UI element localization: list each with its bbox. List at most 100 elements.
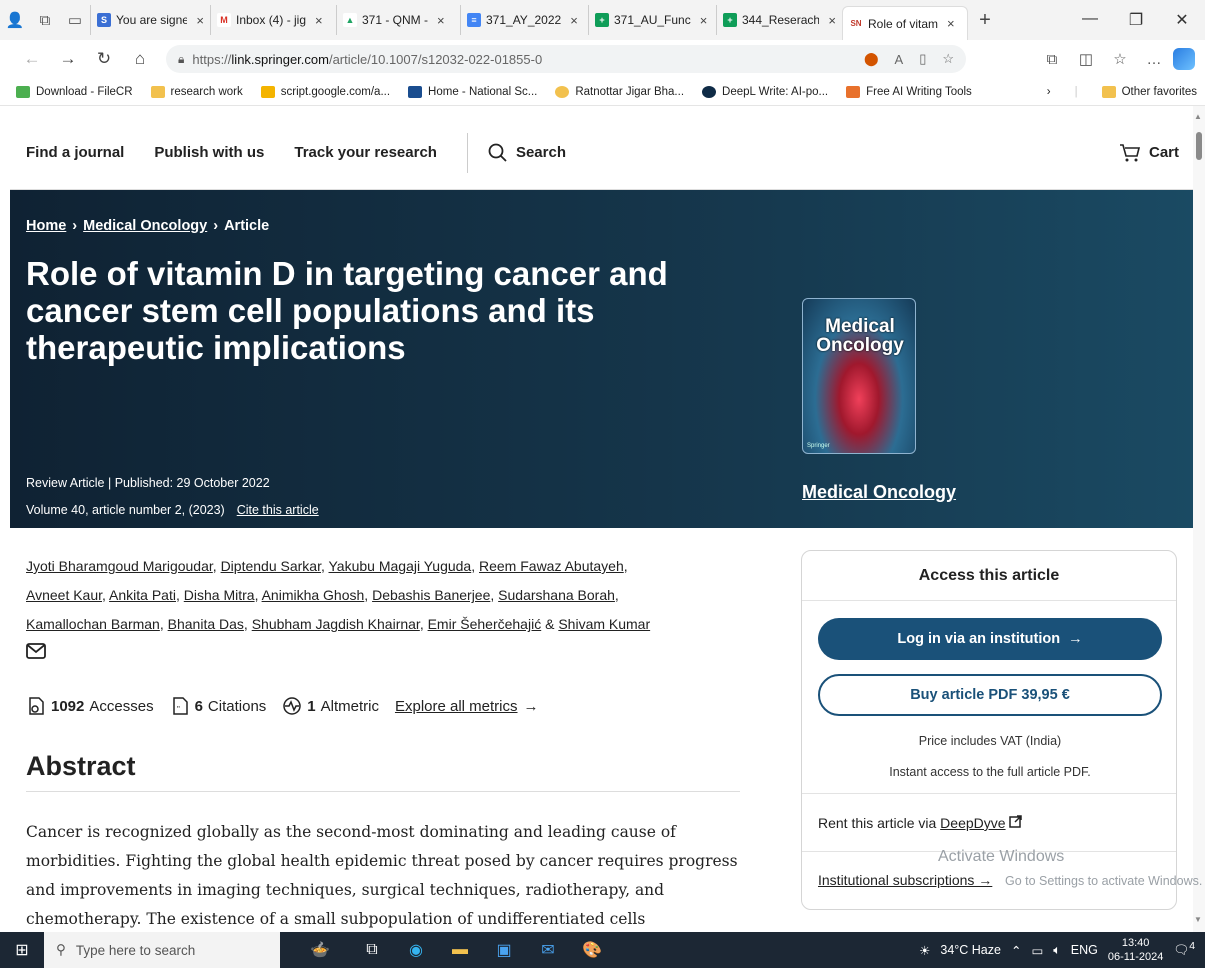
mail-icon[interactable]: ✉	[526, 940, 570, 960]
favorite-star-icon[interactable]: ☆	[942, 51, 954, 67]
copilot-icon[interactable]	[1173, 48, 1195, 70]
close-tab-icon[interactable]: ×	[700, 13, 708, 28]
favorite-free-ai-tools[interactable]: Free AI Writing Tools	[846, 85, 972, 98]
new-tab-button[interactable]: +	[968, 9, 1002, 32]
other-favorites[interactable]: Other favorites	[1101, 85, 1197, 98]
cite-article-link[interactable]: Cite this article	[237, 503, 319, 517]
tab-3[interactable]: ▲ 371 - QNM - ×	[336, 5, 460, 35]
tab-6[interactable]: + 344_Reserach ×	[716, 5, 842, 35]
author-link[interactable]: Avneet Kaur	[26, 587, 102, 603]
profile-icon[interactable]: 👤	[0, 0, 30, 40]
language-indicator[interactable]: ENG	[1071, 943, 1098, 957]
chevron-up-icon[interactable]: ⌃	[1011, 943, 1021, 958]
taskbar-search[interactable]: ⚲ Type here to search	[44, 932, 280, 968]
author-link[interactable]: Reem Fawaz Abutayeh	[479, 558, 624, 574]
chevron-right-icon[interactable]: ›	[1047, 86, 1051, 98]
cart-button[interactable]: Cart	[1119, 143, 1179, 163]
close-tab-icon[interactable]: ×	[947, 16, 955, 31]
extensions-icon[interactable]: ⧉	[1037, 51, 1067, 68]
store-icon[interactable]: ▣	[482, 940, 526, 960]
task-view-icon[interactable]: ⧉	[350, 941, 394, 959]
close-tab-icon[interactable]: ×	[315, 13, 323, 28]
favorite-script-google[interactable]: script.google.com/a...	[260, 85, 390, 98]
favorite-filecr[interactable]: Download - FileCR	[16, 85, 133, 98]
clock[interactable]: 13:40 06-11-2024	[1108, 936, 1163, 964]
buy-pdf-button[interactable]: Buy article PDF 39,95 €	[818, 674, 1162, 716]
favorites-icon[interactable]: ☆	[1105, 50, 1135, 68]
email-icon[interactable]	[26, 643, 46, 659]
tab-actions-icon[interactable]: ▭	[60, 0, 90, 40]
close-tab-icon[interactable]: ×	[828, 13, 836, 28]
close-tab-icon[interactable]: ×	[437, 13, 445, 28]
search-button[interactable]: Search	[488, 143, 566, 163]
favorite-deepl-write[interactable]: DeepL Write: AI-po...	[702, 85, 828, 98]
restore-icon[interactable]: ❐	[1113, 10, 1159, 30]
breadcrumb-journal[interactable]: Medical Oncology	[83, 218, 207, 234]
author-link[interactable]: Animikha Ghosh	[262, 587, 365, 603]
scroll-down-icon[interactable]: ▼	[1194, 915, 1202, 924]
tab-5[interactable]: + 371_AU_Func ×	[588, 5, 716, 35]
author-link[interactable]: Diptendu Sarkar	[221, 558, 321, 574]
author-link[interactable]: Sudarshana Borah	[498, 587, 615, 603]
tab-4[interactable]: ≡ 371_AY_2022 ×	[460, 5, 588, 35]
deepdyve-link[interactable]: DeepDyve	[940, 815, 1005, 831]
author-link[interactable]: Shivam Kumar	[558, 616, 650, 632]
author-link[interactable]: Debashis Banerjee	[372, 587, 490, 603]
url-field[interactable]: 🔒︎ https:// link.springer.com /article/1…	[166, 45, 966, 73]
find-journal-link[interactable]: Find a journal	[26, 144, 124, 161]
workspaces-icon[interactable]: ⧉	[30, 0, 60, 40]
institution-login-button[interactable]: Log in via an institution →	[818, 618, 1162, 660]
windows-start-icon[interactable]: ⊞	[0, 940, 44, 960]
forward-icon[interactable]: →	[50, 49, 86, 69]
author-link[interactable]: Jyoti Bharamgoud Marigoudar	[26, 558, 213, 574]
track-research-link[interactable]: Track your research	[294, 144, 437, 161]
toolbar-right: ⧉ ◫ ☆ …	[1037, 48, 1205, 70]
edge-icon[interactable]: ◉	[394, 940, 438, 960]
accesses-metric: 1092 Accesses	[26, 696, 154, 716]
weather-icon[interactable]: ☀	[919, 943, 930, 958]
more-icon[interactable]: …	[1139, 51, 1169, 68]
favorite-research-work[interactable]: research work	[150, 85, 243, 98]
scrollbar-thumb[interactable]	[1196, 132, 1202, 160]
split-screen-icon[interactable]: ◫	[1071, 50, 1101, 68]
weather-text[interactable]: 34°C Haze	[940, 943, 1001, 957]
close-tab-icon[interactable]: ×	[570, 13, 578, 28]
breadcrumb-home[interactable]: Home	[26, 218, 66, 234]
page-scrollbar[interactable]: ▲ ▼	[1193, 106, 1205, 932]
immersive-reader-icon[interactable]: ▯	[919, 51, 926, 67]
tab-1[interactable]: S You are signe ×	[90, 5, 210, 35]
explore-metrics-link[interactable]: Explore all metrics	[395, 698, 518, 715]
volume-icon[interactable]: 🔈︎	[1053, 943, 1061, 958]
journal-cover[interactable]: Medical Oncology Springer	[802, 298, 916, 454]
news-widget-icon[interactable]: 🍲	[290, 940, 350, 960]
aims-scope-link[interactable]: Aims and scope →	[802, 529, 920, 545]
institutional-subscriptions-link[interactable]: Institutional subscriptions →	[818, 872, 992, 888]
publish-link[interactable]: Publish with us	[154, 144, 264, 161]
close-tab-icon[interactable]: ×	[196, 13, 204, 28]
refresh-icon[interactable]: ↻	[86, 49, 122, 69]
extension-icon[interactable]: ⬤	[864, 51, 879, 67]
author-link[interactable]: Disha Mitra	[184, 587, 255, 603]
tab-2[interactable]: M Inbox (4) - jig ×	[210, 5, 336, 35]
close-window-icon[interactable]: ✕	[1159, 10, 1205, 30]
network-icon[interactable]: ▭	[1031, 943, 1043, 958]
back-icon[interactable]: ←	[14, 49, 50, 69]
scroll-up-icon[interactable]: ▲	[1194, 112, 1202, 121]
tab-active-springer[interactable]: SN Role of vitam ×	[842, 6, 968, 40]
author-link[interactable]: Bhanita Das	[168, 616, 244, 632]
file-explorer-icon[interactable]: ▬	[438, 941, 482, 959]
read-aloud-icon[interactable]: A	[895, 52, 904, 67]
favorite-ratnottar[interactable]: Ratnottar Jigar Bha...	[555, 85, 684, 98]
favorite-national-sc[interactable]: Home - National Sc...	[408, 85, 537, 98]
minimize-icon[interactable]: —	[1067, 10, 1113, 30]
taskbar-apps: 🍲 ⧉ ◉ ▬ ▣ ✉ 🎨	[290, 940, 614, 960]
author-link[interactable]: Kamallochan Barman	[26, 616, 160, 632]
author-link[interactable]: Emir Šeherčehajić	[428, 616, 542, 632]
journal-name-link[interactable]: Medical Oncology	[802, 482, 956, 503]
author-link[interactable]: Shubham Jagdish Khairnar	[252, 616, 420, 632]
notifications-icon[interactable]: 🗨4	[1173, 941, 1195, 958]
author-link[interactable]: Yakubu Magaji Yuguda	[329, 558, 472, 574]
author-link[interactable]: Ankita Pati	[109, 587, 176, 603]
home-icon[interactable]: ⌂	[122, 49, 158, 69]
paint-icon[interactable]: 🎨	[570, 940, 614, 960]
